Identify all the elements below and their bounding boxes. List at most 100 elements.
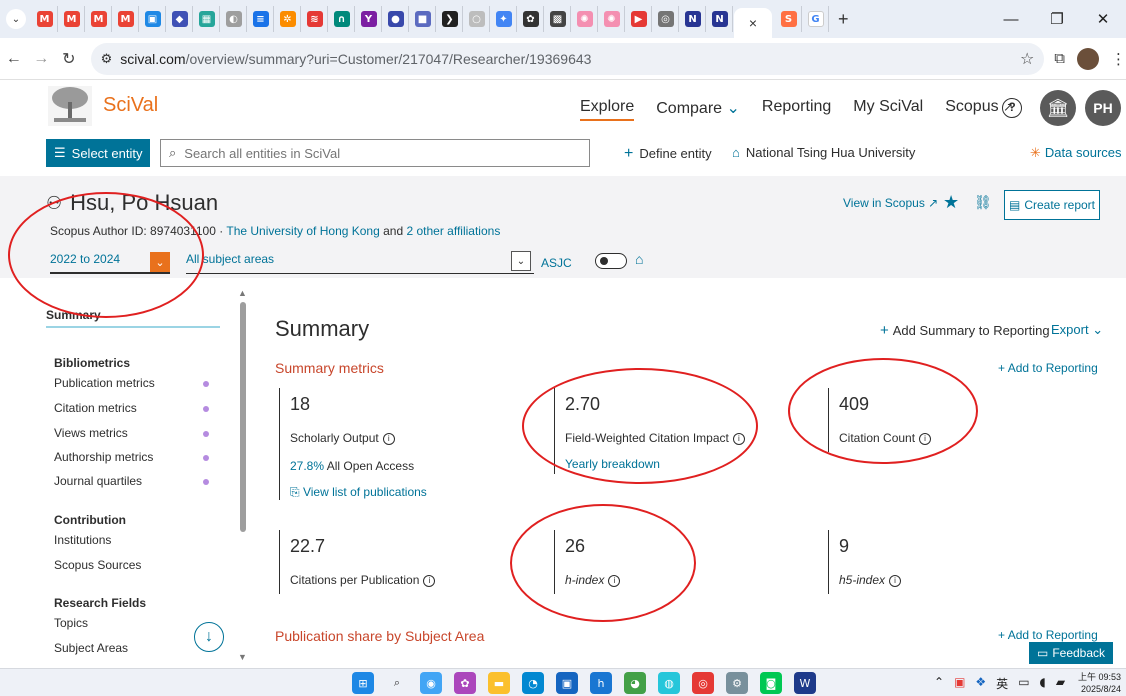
close-window-icon[interactable]: ✕ bbox=[1080, 10, 1126, 28]
settings-icon[interactable]: ⚙ bbox=[726, 672, 748, 694]
tab-site-17[interactable]: ○ bbox=[464, 6, 490, 32]
new-tab-button[interactable]: + bbox=[838, 9, 849, 30]
tab-site-14[interactable]: ● bbox=[383, 6, 409, 32]
reload-icon[interactable]: ↻ bbox=[55, 49, 83, 69]
institution-icon[interactable]: 🏛 bbox=[1040, 90, 1076, 126]
tab-site-13[interactable]: Y bbox=[356, 6, 382, 32]
tab-site-16[interactable]: ❯ bbox=[437, 6, 463, 32]
user-avatar[interactable]: PH bbox=[1085, 90, 1121, 126]
nav-reporting[interactable]: Reporting bbox=[762, 98, 831, 121]
sidebar-item-subject-areas[interactable]: Subject Areas bbox=[54, 641, 128, 655]
tab-site-20[interactable]: ▩ bbox=[545, 6, 571, 32]
share-link-icon[interactable]: ⛓ bbox=[974, 194, 992, 211]
clock[interactable]: 上午 09:53 2025/8/24 bbox=[1078, 671, 1121, 695]
chevron-up-icon[interactable]: ⌃ bbox=[934, 675, 944, 692]
restore-icon[interactable]: ❐ bbox=[1034, 10, 1080, 28]
scival-brand[interactable]: SciVal bbox=[103, 94, 158, 117]
extensions-icon[interactable]: ⧉ bbox=[1054, 50, 1065, 67]
scroll-up-icon[interactable]: ▲ bbox=[238, 288, 247, 298]
add-to-reporting-link-2[interactable]: + Add to Reporting bbox=[998, 628, 1098, 642]
tab-site-24[interactable]: ◎ bbox=[653, 6, 679, 32]
store-icon[interactable]: ▣ bbox=[556, 672, 578, 694]
app-icon[interactable]: ◕ bbox=[624, 672, 646, 694]
other-affiliations-link[interactable]: 2 other affiliations bbox=[406, 224, 500, 238]
tab-site-29[interactable]: G bbox=[803, 6, 829, 32]
address-field[interactable]: ⚙ scival.com/overview/summary?uri=Custom… bbox=[90, 42, 1045, 75]
help-icon[interactable]: ? bbox=[1002, 98, 1022, 118]
close-tab-icon[interactable]: × bbox=[749, 15, 757, 31]
search-input[interactable] bbox=[184, 145, 565, 161]
view-publications-link[interactable]: ⎘ View list of publications bbox=[290, 485, 519, 500]
info-icon[interactable]: i bbox=[919, 432, 932, 445]
tab-gmail-2[interactable]: M bbox=[59, 6, 85, 32]
minimize-icon[interactable]: — bbox=[988, 11, 1034, 28]
define-entity-link[interactable]: + Define entity bbox=[624, 145, 712, 163]
sidebar-item-scopus-sources[interactable]: Scopus Sources bbox=[54, 558, 141, 572]
yearly-breakdown-link[interactable]: Yearly breakdown bbox=[565, 457, 784, 471]
affiliation-link[interactable]: The University of Hong Kong bbox=[226, 224, 379, 238]
windows-start-icon[interactable]: ⊞ bbox=[352, 672, 374, 694]
chrome-icon[interactable]: ◎ bbox=[692, 672, 714, 694]
copilot-icon[interactable]: ✿ bbox=[454, 672, 476, 694]
tab-site-26[interactable]: N bbox=[707, 6, 733, 32]
tab-site-6[interactable]: ◆ bbox=[167, 6, 193, 32]
tab-site-15[interactable]: ■ bbox=[410, 6, 436, 32]
forward-icon[interactable]: → bbox=[28, 50, 56, 68]
search-icon[interactable]: ⌕ bbox=[386, 672, 408, 694]
create-report-button[interactable]: ▤ Create report bbox=[1004, 190, 1100, 220]
elsevier-tree-logo-icon[interactable] bbox=[46, 84, 94, 128]
sidebar-item-journal-quartiles[interactable]: Journal quartiles bbox=[54, 474, 142, 488]
tab-gmail-3[interactable]: M bbox=[86, 6, 112, 32]
year-chevron-down-icon[interactable]: ⌄ bbox=[150, 252, 170, 272]
app-icon[interactable]: ◍ bbox=[658, 672, 680, 694]
asjc-toggle[interactable] bbox=[595, 253, 627, 269]
tab-gmail-1[interactable]: M bbox=[32, 6, 58, 32]
tab-site-9[interactable]: ≡ bbox=[248, 6, 274, 32]
info-icon[interactable]: i bbox=[423, 574, 436, 587]
battery-icon[interactable]: ▰ bbox=[1056, 675, 1065, 692]
tab-active-scival[interactable]: × bbox=[734, 8, 772, 38]
line-icon[interactable]: ◙ bbox=[760, 672, 782, 694]
tab-site-28[interactable]: S bbox=[776, 6, 802, 32]
app-icon[interactable]: ◉ bbox=[420, 672, 442, 694]
back-icon[interactable]: ← bbox=[0, 50, 28, 68]
hp-icon[interactable]: h bbox=[590, 672, 612, 694]
sidebar-item-publication-metrics[interactable]: Publication metrics bbox=[54, 376, 155, 390]
tab-site-18[interactable]: ✦ bbox=[491, 6, 517, 32]
open-access-pct[interactable]: 27.8% bbox=[290, 459, 324, 473]
info-icon[interactable]: i bbox=[732, 432, 745, 445]
scroll-down-icon[interactable]: ▼ bbox=[238, 652, 247, 662]
sidebar-item-citation-metrics[interactable]: Citation metrics bbox=[54, 401, 137, 415]
subject-chevron-down-icon[interactable]: ⌄ bbox=[511, 251, 531, 271]
sidebar-item-authorship-metrics[interactable]: Authorship metrics bbox=[54, 450, 153, 464]
input-language[interactable]: 英 bbox=[996, 675, 1008, 692]
volume-icon[interactable]: ◖ bbox=[1040, 675, 1046, 692]
tab-site-11[interactable]: ≋ bbox=[302, 6, 328, 32]
profile-avatar[interactable] bbox=[1077, 47, 1100, 70]
tab-site-12[interactable]: ∩ bbox=[329, 6, 355, 32]
subject-area-select[interactable]: All subject areas bbox=[186, 252, 534, 274]
nav-explore[interactable]: Explore bbox=[580, 98, 635, 121]
tab-gmail-4[interactable]: M bbox=[113, 6, 139, 32]
add-to-reporting-link[interactable]: + Add to Reporting bbox=[998, 361, 1098, 375]
view-in-scopus-link[interactable]: View in Scopus ↗ bbox=[843, 196, 938, 210]
scroll-down-circle-icon[interactable]: ↓ bbox=[194, 622, 224, 652]
sidebar-item-summary[interactable]: Summary bbox=[46, 304, 220, 328]
tab-site-22[interactable]: ✺ bbox=[599, 6, 625, 32]
tab-site-19[interactable]: ✿ bbox=[518, 6, 544, 32]
info-icon[interactable]: i bbox=[889, 574, 902, 587]
data-sources-link[interactable]: ✳ Data sources bbox=[1030, 145, 1122, 161]
export-menu[interactable]: Export ⌄ bbox=[1051, 322, 1103, 338]
word-icon[interactable]: W bbox=[794, 672, 816, 694]
institution-link[interactable]: ⌂ National Tsing Hua University bbox=[732, 145, 915, 160]
folder-icon[interactable]: ▬ bbox=[488, 672, 510, 694]
add-summary-to-reporting-link[interactable]: + Add Summary to Reporting bbox=[880, 322, 1050, 339]
sidebar-item-topics[interactable]: Topics bbox=[54, 616, 88, 630]
bookmark-star-icon[interactable]: ☆ bbox=[1020, 49, 1034, 69]
favorite-star-icon[interactable]: ★ bbox=[943, 192, 959, 213]
tab-site-7[interactable]: ▦ bbox=[194, 6, 220, 32]
sidebar-scrollbar[interactable] bbox=[240, 302, 246, 532]
nav-compare[interactable]: Compare ⌄ bbox=[656, 98, 740, 121]
tab-site-21[interactable]: ✺ bbox=[572, 6, 598, 32]
sidebar-item-institutions[interactable]: Institutions bbox=[54, 533, 111, 547]
